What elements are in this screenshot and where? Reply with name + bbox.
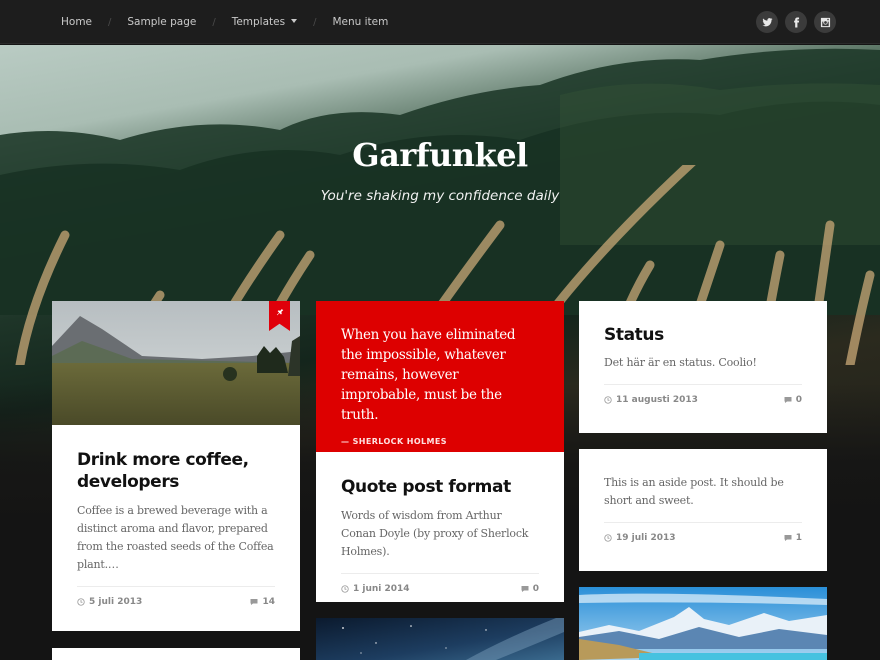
post-comments-link[interactable]: 0 xyxy=(521,584,539,594)
post-card: This is an aside post. It should be shor… xyxy=(579,449,827,571)
top-navigation-bar: Home / Sample page / Templates / Menu it… xyxy=(0,0,880,44)
post-date-link[interactable]: 19 juli 2013 xyxy=(604,533,676,543)
post-title[interactable]: Quote post format xyxy=(341,476,539,498)
main-menu: Home / Sample page / Templates / Menu it… xyxy=(61,0,388,44)
post-card[interactable] xyxy=(316,618,564,660)
post-date: 1 juni 2014 xyxy=(353,583,410,594)
post-card: Status Det här är en status. Coolio! 11 … xyxy=(579,301,827,433)
post-excerpt: Det här är en status. Coolio! xyxy=(604,356,757,369)
post-date-link[interactable]: 11 augusti 2013 xyxy=(604,395,698,405)
instagram-button[interactable] xyxy=(814,11,836,33)
post-date-link[interactable]: 5 juli 2013 xyxy=(77,597,142,607)
twitter-button[interactable] xyxy=(756,11,778,33)
facebook-button[interactable] xyxy=(785,11,807,33)
post-comments-link[interactable]: 14 xyxy=(250,597,275,607)
post-card: When you have eliminated the impossible,… xyxy=(316,301,564,602)
post-title[interactable]: Drink more coffee, developers xyxy=(77,449,275,493)
post-comments-link[interactable]: 0 xyxy=(784,395,802,405)
site-title[interactable]: Garfunkel xyxy=(0,136,880,174)
comment-icon xyxy=(784,534,792,541)
clock-icon xyxy=(341,584,349,593)
post-date: 11 augusti 2013 xyxy=(616,394,698,405)
instagram-icon xyxy=(820,17,830,27)
starry-sky-photo xyxy=(316,618,564,660)
post-meta: 5 juli 2013 14 xyxy=(77,586,275,616)
comment-count: 0 xyxy=(795,394,802,405)
nav-item-templates[interactable]: Templates xyxy=(231,16,298,28)
nav-item-menu-item[interactable]: Menu item xyxy=(332,16,388,28)
comment-count: 1 xyxy=(795,532,802,543)
post-meta: 11 augusti 2013 0 xyxy=(604,384,802,414)
pin-icon xyxy=(276,307,284,316)
nav-item-templates-label: Templates xyxy=(231,16,286,28)
post-comments-link[interactable]: 1 xyxy=(784,533,802,543)
quote-citation: — SHERLOCK HOLMES xyxy=(341,437,447,446)
post-excerpt: Coffee is a brewed beverage with a disti… xyxy=(77,504,274,571)
twitter-icon xyxy=(761,17,773,26)
post-card[interactable] xyxy=(579,587,827,660)
post-date: 19 juli 2013 xyxy=(616,532,676,543)
comment-icon xyxy=(521,585,529,592)
nav-separator: / xyxy=(313,16,317,28)
caret-down-icon xyxy=(291,19,298,23)
nav-item-home[interactable]: Home xyxy=(61,16,92,28)
social-links xyxy=(756,11,836,33)
clock-icon xyxy=(77,597,85,606)
quote-text: When you have eliminated the impossible,… xyxy=(341,327,516,423)
post-card[interactable] xyxy=(52,648,300,660)
post-meta: 19 juli 2013 1 xyxy=(604,522,802,552)
quote-block: When you have eliminated the impossible,… xyxy=(316,301,564,452)
site-description: You're shaking my confidence daily xyxy=(320,188,560,204)
post-excerpt: Words of wisdom from Arthur Conan Doyle … xyxy=(341,509,529,558)
clock-icon xyxy=(604,395,612,404)
comment-icon xyxy=(250,598,258,605)
post-excerpt: This is an aside post. It should be shor… xyxy=(604,476,784,507)
mountain-valley-photo xyxy=(52,301,300,425)
comment-count: 0 xyxy=(532,583,539,594)
facebook-icon xyxy=(793,16,799,28)
post-meta: 1 juni 2014 0 xyxy=(341,573,539,602)
comment-icon xyxy=(784,396,792,403)
nav-separator: / xyxy=(212,16,216,28)
snowy-mountain-lake-photo xyxy=(579,587,827,660)
clock-icon xyxy=(604,533,612,542)
nav-separator: / xyxy=(108,16,112,28)
post-featured-image[interactable] xyxy=(52,301,300,425)
post-date: 5 juli 2013 xyxy=(89,596,143,607)
nav-item-sample-page[interactable]: Sample page xyxy=(127,16,196,28)
post-title[interactable]: Status xyxy=(604,324,802,346)
post-date-link[interactable]: 1 juni 2014 xyxy=(341,584,410,594)
post-card: Drink more coffee, developers Coffee is … xyxy=(52,301,300,631)
comment-count: 14 xyxy=(262,596,275,607)
